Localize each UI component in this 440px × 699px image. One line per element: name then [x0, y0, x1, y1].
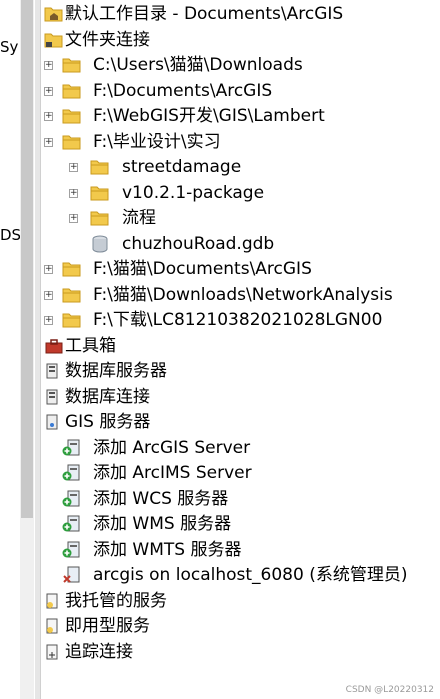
tree-item-label: v10.2.1-package [122, 182, 265, 203]
folder-icon [62, 133, 82, 151]
left-pane-text-fragment: DS [0, 226, 22, 244]
tree-item[interactable]: + v10.2.1-package [40, 181, 440, 206]
tree-item[interactable]: arcgis on localhost_6080 (系统管理员) [40, 563, 440, 588]
tree-item[interactable]: 添加 ArcGIS Server [40, 436, 440, 461]
tree-item[interactable]: + 流程 [40, 206, 440, 231]
tree-item-label: GIS 服务器 [65, 412, 151, 432]
tree-item[interactable]: + C:\Users\猫猫\Downloads [40, 53, 440, 78]
left-pane-scrollbar-thumb[interactable] [21, 0, 33, 518]
tree-item-label: 添加 WCS 服务器 [93, 488, 229, 509]
folder-icon [62, 260, 82, 278]
tree-item[interactable]: 追踪连接 [40, 640, 440, 665]
folder-icon [62, 286, 82, 304]
folder-icon [90, 158, 110, 176]
gis-server-icon [44, 413, 64, 431]
tree-item-label: 即用型服务 [65, 616, 150, 636]
tree-item-label: 流程 [122, 208, 156, 228]
tree-item-label: 默认工作目录 - Documents\ArcGIS [65, 4, 344, 24]
tree-item[interactable]: 数据库连接 [40, 385, 440, 410]
tree-item[interactable]: chuzhouRoad.gdb [40, 232, 440, 257]
tracking-connection-icon [44, 643, 64, 661]
add-server-icon [62, 490, 82, 508]
tree-item[interactable]: 默认工作目录 - Documents\ArcGIS [40, 2, 440, 27]
expand-toggle-icon[interactable]: + [44, 316, 53, 325]
geodatabase-icon [90, 235, 110, 253]
watermark: CSDN @L20220312 [345, 685, 434, 695]
server-connection-icon [62, 566, 82, 584]
tree-item-label: 添加 WMS 服务器 [93, 514, 232, 534]
tree-item[interactable]: 文件夹连接 [40, 28, 440, 53]
tree-item-label: 工具箱 [65, 335, 116, 356]
tree-item-label: 我托管的服务 [65, 590, 167, 611]
tree-item-label: F:\WebGIS开发\GIS\Lambert [93, 106, 325, 126]
left-pane-text-fragment: Sy [0, 38, 19, 56]
tree-item[interactable]: + F:\下载\LC81210382021028LGN00 [40, 308, 440, 333]
tree-item[interactable]: 添加 ArcIMS Server [40, 461, 440, 486]
tree-item-label: C:\Users\猫猫\Downloads [93, 55, 303, 75]
toolbox-icon [44, 337, 64, 355]
tree-item[interactable]: GIS 服务器 [40, 410, 440, 435]
tree-item[interactable]: 数据库服务器 [40, 359, 440, 384]
tree-item[interactable]: 添加 WMS 服务器 [40, 512, 440, 537]
expand-toggle-icon[interactable]: + [44, 265, 53, 274]
tree-item[interactable]: 添加 WCS 服务器 [40, 487, 440, 512]
add-server-icon [62, 464, 82, 482]
add-server-icon [62, 439, 82, 457]
catalog-tree: 默认工作目录 - Documents\ArcGIS 文件夹连接 + C:\User… [40, 0, 440, 699]
expand-toggle-icon[interactable]: + [69, 163, 78, 172]
add-server-icon [62, 541, 82, 559]
tree-item-label: 添加 ArcGIS Server [93, 437, 251, 458]
tree-item-label: F:\下载\LC81210382021028LGN00 [93, 310, 383, 330]
tree-item[interactable]: 添加 WMTS 服务器 [40, 538, 440, 563]
add-server-icon [62, 515, 82, 533]
folder-icon [62, 311, 82, 329]
home-folder-icon [44, 5, 64, 23]
tree-item-label: F:\Documents\ArcGIS [93, 80, 273, 101]
expand-toggle-icon[interactable]: + [44, 112, 53, 121]
folder-icon [62, 82, 82, 100]
tree-item-label: F:\猫猫\Documents\ArcGIS [93, 259, 312, 279]
expand-toggle-icon[interactable]: + [69, 214, 78, 223]
expand-toggle-icon[interactable]: + [69, 188, 78, 198]
database-server-icon [44, 362, 64, 380]
tree-item[interactable]: + F:\WebGIS开发\GIS\Lambert [40, 104, 440, 129]
ready-services-icon [44, 617, 64, 635]
database-connection-icon [44, 388, 64, 406]
tree-item[interactable]: + F:\Documents\ArcGIS [40, 79, 440, 104]
tree-item-label: F:\猫猫\Downloads\NetworkAnalysis [93, 284, 393, 305]
folder-icon [90, 184, 110, 202]
tree-item[interactable]: + F:\猫猫\Downloads\NetworkAnalysis [40, 283, 440, 308]
expand-toggle-icon[interactable]: + [44, 86, 53, 96]
expand-toggle-icon[interactable]: + [44, 61, 53, 70]
folder-icon [62, 107, 82, 125]
tree-item-label: chuzhouRoad.gdb [122, 233, 275, 254]
tree-item-label: 添加 WMTS 服务器 [93, 539, 242, 560]
tree-item-label: 添加 ArcIMS Server [93, 463, 252, 483]
tree-item[interactable]: + streetdamage [40, 155, 440, 180]
expand-toggle-icon[interactable]: + [44, 137, 53, 147]
tree-item-label: streetdamage [122, 157, 242, 177]
expand-toggle-icon[interactable]: + [44, 290, 53, 300]
tree-item[interactable]: + F:\猫猫\Documents\ArcGIS [40, 257, 440, 282]
tree-item-label: F:\毕业设计\实习 [93, 131, 221, 152]
tree-item[interactable]: + F:\毕业设计\实习 [40, 130, 440, 155]
folder-connections-icon [44, 31, 64, 49]
folder-icon [62, 56, 82, 74]
tree-item-label: 文件夹连接 [65, 29, 150, 50]
tree-item[interactable]: 即用型服务 [40, 614, 440, 639]
tree-item-label: 数据库服务器 [65, 361, 167, 381]
folder-icon [90, 209, 110, 227]
tree-item[interactable]: 我托管的服务 [40, 589, 440, 614]
tree-item-label: 追踪连接 [65, 641, 133, 662]
hosted-services-icon [44, 592, 64, 610]
tree-item[interactable]: 工具箱 [40, 334, 440, 359]
tree-item-label: arcgis on localhost_6080 (系统管理员) [93, 565, 408, 585]
tree-item-label: 数据库连接 [65, 386, 150, 407]
